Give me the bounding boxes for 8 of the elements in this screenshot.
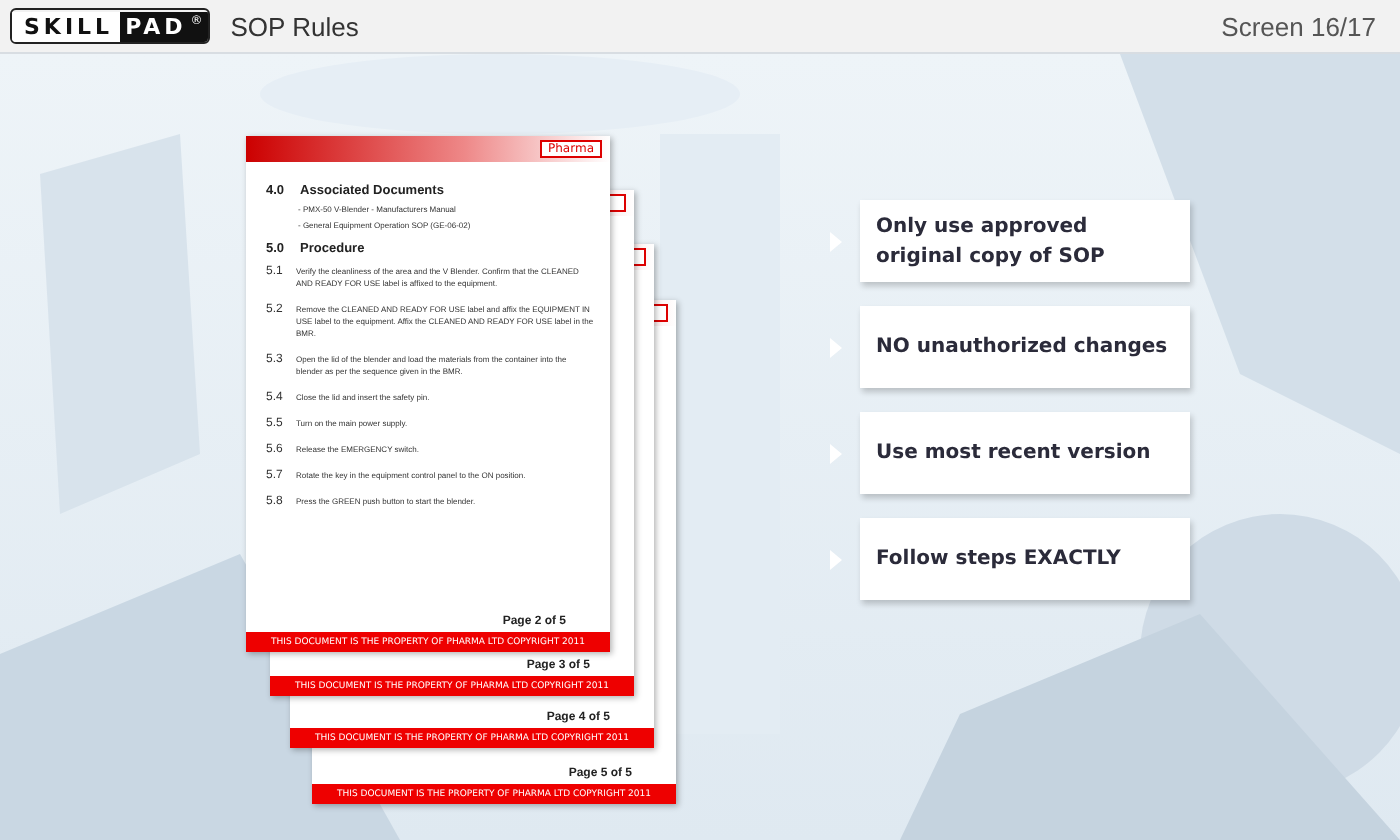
rule-card: NO unauthorized changes: [860, 306, 1190, 388]
arrow-icon: [830, 549, 842, 569]
rule-card: Follow steps EXACTLY: [860, 518, 1190, 600]
screen-counter: Screen 16/17: [1221, 11, 1376, 41]
arrow-icon: [830, 443, 842, 463]
screen-title: SOP Rules: [230, 11, 359, 41]
rule-card: Only use approved original copy of SOP: [860, 200, 1190, 282]
rule-card: Use most recent version: [860, 412, 1190, 494]
